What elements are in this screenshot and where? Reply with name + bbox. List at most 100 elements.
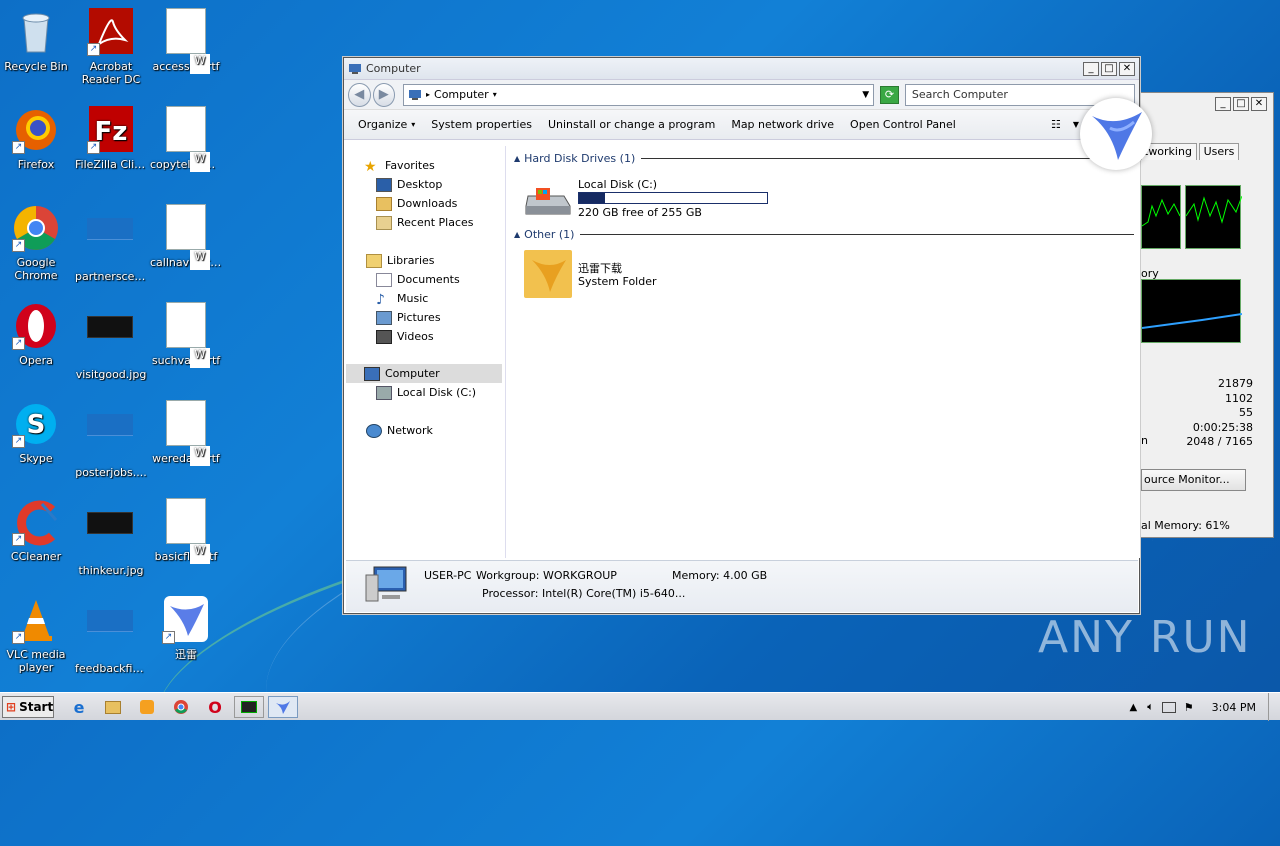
computer-icon: [365, 566, 407, 602]
forward-button[interactable]: ▶: [372, 82, 395, 107]
collapse-icon[interactable]: ▲: [514, 230, 520, 239]
stat-value: 2048 / 7165: [1186, 435, 1253, 448]
documents-icon: [376, 272, 392, 287]
close-icon[interactable]: ✕: [1119, 61, 1135, 76]
section-label: Other (1): [524, 228, 575, 241]
xunlei-folder-item[interactable]: 迅雷下载 System Folder: [524, 250, 724, 300]
nav-favorites[interactable]: ★ Favorites: [364, 156, 435, 175]
computer-icon: [364, 366, 380, 381]
chevron-down-icon[interactable]: ▾: [411, 120, 415, 129]
taskmgr-window-controls: _ □ ✕: [1215, 97, 1269, 111]
minimize-icon[interactable]: _: [1083, 61, 1099, 76]
navigation-pane: ★ Favorites Desktop Downloads Recent Plac…: [346, 146, 506, 558]
nav-libraries[interactable]: Libraries: [366, 251, 435, 270]
chrome-icon[interactable]: [168, 696, 194, 718]
opera-icon[interactable]: O: [202, 696, 228, 718]
close-icon[interactable]: ✕: [1251, 97, 1267, 111]
section-header-hdd[interactable]: ▲ Hard Disk Drives (1): [514, 152, 1134, 165]
uninstall-program-button[interactable]: Uninstall or change a program: [548, 118, 715, 131]
section-header-other[interactable]: ▲ Other (1): [514, 228, 1134, 241]
map-network-drive-button[interactable]: Map network drive: [731, 118, 834, 131]
task-manager-window: _ □ ✕ tworking Users ory 21879 1102 55 0…: [1140, 92, 1274, 538]
ccleaner-icon[interactable]: ↗ CCleaner: [0, 498, 74, 563]
address-bar[interactable]: ▸ Computer ▾ ▼: [403, 83, 875, 106]
resource-monitor-button[interactable]: ource Monitor...: [1141, 469, 1246, 491]
file-explorer-icon[interactable]: [100, 696, 126, 718]
address-toolbar: ◀ ▶ ▸ Computer ▾ ▼ ⟳ Search Computer: [344, 80, 1139, 110]
nav-local-disk[interactable]: Local Disk (C:): [376, 383, 476, 402]
clock[interactable]: 3:04 PM: [1212, 701, 1256, 714]
view-options-icon[interactable]: ☷: [1051, 118, 1061, 131]
skype-icon[interactable]: S ↗ Skype: [0, 400, 74, 465]
recent-places-icon: [376, 215, 392, 230]
minimize-icon[interactable]: _: [1215, 97, 1231, 111]
nav-recent-places[interactable]: Recent Places: [376, 213, 474, 232]
media-player-icon[interactable]: [134, 696, 160, 718]
nav-downloads[interactable]: Downloads: [376, 194, 457, 213]
taskbar: ⊞ Start e O ▲ 🔈︎ ⚑ 3:04 PM: [0, 692, 1280, 721]
maximize-icon[interactable]: □: [1233, 97, 1249, 111]
system-properties-button[interactable]: System properties: [431, 118, 532, 131]
xunlei-taskbar-button[interactable]: [268, 696, 298, 718]
nav-pictures[interactable]: Pictures: [376, 308, 441, 327]
chevron-down-icon[interactable]: ▾: [493, 90, 497, 99]
firefox-icon[interactable]: ↗ Firefox: [0, 106, 74, 171]
show-desktop-button[interactable]: [1268, 693, 1280, 721]
stat-label: n: [1141, 434, 1148, 447]
nav-videos[interactable]: Videos: [376, 327, 434, 346]
desktop-icon: [376, 177, 392, 192]
acrobat-icon[interactable]: ↗ Acrobat Reader DC: [73, 8, 149, 86]
xunlei-floating-icon[interactable]: [1080, 98, 1152, 170]
breadcrumb-arrow-icon[interactable]: ▸: [426, 90, 430, 99]
address-dropdown-icon[interactable]: ▼: [862, 90, 869, 100]
nav-music[interactable]: ♪ Music: [376, 289, 428, 308]
nav-documents[interactable]: Documents: [376, 270, 460, 289]
file-icon[interactable]: posterjobs....: [73, 400, 149, 479]
chrome-icon[interactable]: ↗ Google Chrome: [0, 204, 74, 282]
task-manager-taskbar-button[interactable]: [234, 696, 264, 718]
show-hidden-icons[interactable]: ▲: [1129, 702, 1137, 713]
word-document-icon[interactable]: W weredark.rtf: [148, 400, 224, 466]
file-icon[interactable]: feedbackfin...: [73, 596, 149, 675]
collapse-icon[interactable]: ▲: [514, 154, 520, 163]
word-document-icon[interactable]: W copytelepho...: [148, 106, 224, 172]
nav-network[interactable]: Network: [366, 421, 433, 440]
refresh-icon[interactable]: ⟳: [880, 85, 899, 104]
recycle-bin-icon[interactable]: Recycle Bin: [0, 8, 74, 73]
word-document-icon[interactable]: W basicflat.rtf: [148, 498, 224, 564]
stat-value: 0:00:25:38: [1192, 420, 1253, 434]
image-file-icon[interactable]: thinkeur.jpg: [73, 498, 149, 577]
opera-icon[interactable]: ↗ Opera: [0, 302, 74, 367]
word-document-icon[interactable]: W suchvalid.rtf: [148, 302, 224, 368]
physical-memory-status: al Memory: 61%: [1141, 519, 1230, 532]
breadcrumb[interactable]: Computer: [434, 88, 489, 101]
image-file-icon[interactable]: visitgood.jpg: [73, 302, 149, 381]
local-disk-item[interactable]: Local Disk (C:) 220 GB free of 255 GB: [524, 178, 794, 222]
word-document-icon[interactable]: W accesseg.rtf: [148, 8, 224, 74]
stat-value: 1102: [1225, 391, 1253, 405]
volume-icon[interactable]: 🔈︎: [1147, 700, 1154, 714]
network-icon[interactable]: [1161, 701, 1176, 713]
tab-users[interactable]: Users: [1199, 143, 1239, 160]
vlc-icon[interactable]: ↗ VLC media player: [0, 596, 74, 674]
nav-computer[interactable]: Computer: [346, 364, 502, 383]
start-button[interactable]: ⊞ Start: [2, 696, 54, 718]
file-icon[interactable]: partnerscell...: [73, 204, 149, 283]
nav-desktop[interactable]: Desktop: [376, 175, 442, 194]
internet-explorer-icon[interactable]: e: [66, 696, 92, 718]
filezilla-icon[interactable]: Fz ↗ FileZilla Client: [73, 106, 149, 171]
open-control-panel-button[interactable]: Open Control Panel: [850, 118, 956, 131]
libraries-icon: [366, 253, 382, 268]
nav-label: Desktop: [397, 178, 443, 191]
drive-usage-bar: [578, 192, 768, 204]
organize-button[interactable]: Organize: [358, 118, 407, 131]
maximize-icon[interactable]: □: [1101, 61, 1117, 76]
memory-graph: [1141, 279, 1243, 343]
word-document-icon[interactable]: W callnavigati...: [148, 204, 224, 270]
back-button[interactable]: ◀: [348, 82, 371, 107]
computer-icon: [349, 63, 361, 74]
xunlei-icon[interactable]: ↗ 迅雷: [148, 596, 224, 661]
chevron-down-icon[interactable]: ▼: [1073, 120, 1079, 129]
drive-icon: [376, 385, 392, 400]
action-center-flag-icon[interactable]: ⚑: [1184, 701, 1194, 714]
